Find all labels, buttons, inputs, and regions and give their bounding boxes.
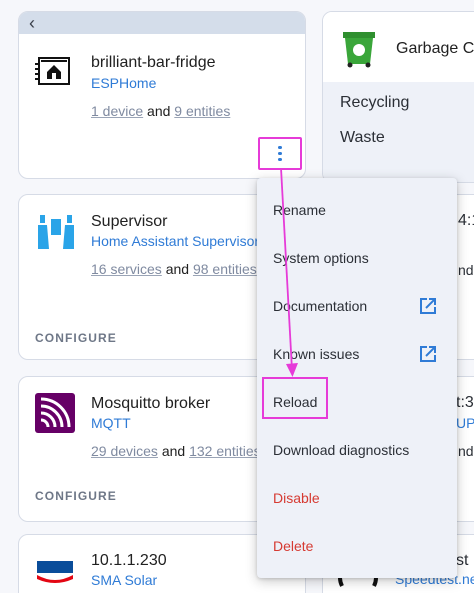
reload-highlight-box: [262, 377, 328, 419]
card-title: Supervisor: [91, 213, 168, 230]
card-integration-name[interactable]: ESPHome: [91, 75, 156, 91]
card-title: brilliant-bar-fridge: [91, 54, 216, 71]
entities-link[interactable]: 9 entities: [174, 103, 230, 119]
menu-item-system-options[interactable]: System options: [257, 234, 457, 282]
card-links: 1 device and 9 entities: [91, 103, 230, 119]
card-integration-name[interactable]: SMA Solar: [91, 572, 157, 588]
garbage-item: Recycling: [340, 94, 410, 111]
dots-vertical-icon: [278, 145, 282, 162]
menu-item-known-issues[interactable]: Known issues: [257, 330, 457, 378]
mqtt-icon: [35, 393, 75, 433]
card-title: Garbage Co: [396, 40, 474, 57]
supervisor-binoculars-icon: [38, 215, 74, 249]
devices-link[interactable]: 1 device: [91, 103, 143, 119]
card-integration-name[interactable]: Home Assistant Supervisor: [91, 233, 259, 249]
right-fragment: 4:1: [458, 212, 474, 229]
open-in-new-icon: [420, 298, 436, 314]
menu-item-rename[interactable]: Rename: [257, 186, 457, 234]
esphome-board-icon: [35, 57, 70, 85]
menu-item-label: Documentation: [273, 298, 368, 314]
right-fragment: nd: [458, 443, 474, 459]
configure-button[interactable]: CONFIGURE: [35, 331, 117, 345]
card-integration-name[interactable]: MQTT: [91, 415, 131, 431]
entities-link[interactable]: 132 entities: [189, 443, 261, 459]
open-in-new-icon: [420, 346, 436, 362]
sma-logo-icon: [35, 559, 75, 585]
card-title: Mosquitto broker: [91, 395, 211, 412]
menu-item-label: Known issues: [273, 346, 360, 362]
and-text: and: [147, 103, 171, 119]
overflow-menu-button[interactable]: [258, 137, 302, 170]
chevron-left-icon[interactable]: ‹: [29, 13, 35, 34]
integration-card-garbage: Garbage Co Recycling Waste: [322, 11, 474, 183]
services-link[interactable]: 16 services: [91, 261, 162, 277]
menu-item-documentation[interactable]: Documentation: [257, 282, 457, 330]
menu-item-disable[interactable]: Disable: [257, 474, 457, 522]
card-title: 10.1.1.230: [91, 552, 167, 569]
card-header-bar: ‹: [19, 12, 305, 34]
garbage-item: Waste: [340, 129, 385, 146]
devices-link[interactable]: 29 devices: [91, 443, 158, 459]
garbage-bin-icon: [343, 32, 375, 68]
and-text: and: [165, 261, 190, 277]
right-fragment: UPS: [456, 415, 474, 431]
card-links: 16 services and 98 entities: [91, 261, 257, 277]
right-fragment: st: [456, 552, 469, 569]
entities-link[interactable]: 98 entities: [193, 261, 257, 277]
right-fragment: nd: [458, 262, 474, 278]
and-text: and: [161, 443, 186, 459]
configure-button[interactable]: CONFIGURE: [35, 489, 117, 503]
card-links: 29 devices and 132 entities: [91, 443, 261, 459]
menu-item-download-diagnostics[interactable]: Download diagnostics: [257, 426, 457, 474]
right-fragment: t:3: [456, 394, 474, 411]
menu-item-delete[interactable]: Delete: [257, 522, 457, 570]
